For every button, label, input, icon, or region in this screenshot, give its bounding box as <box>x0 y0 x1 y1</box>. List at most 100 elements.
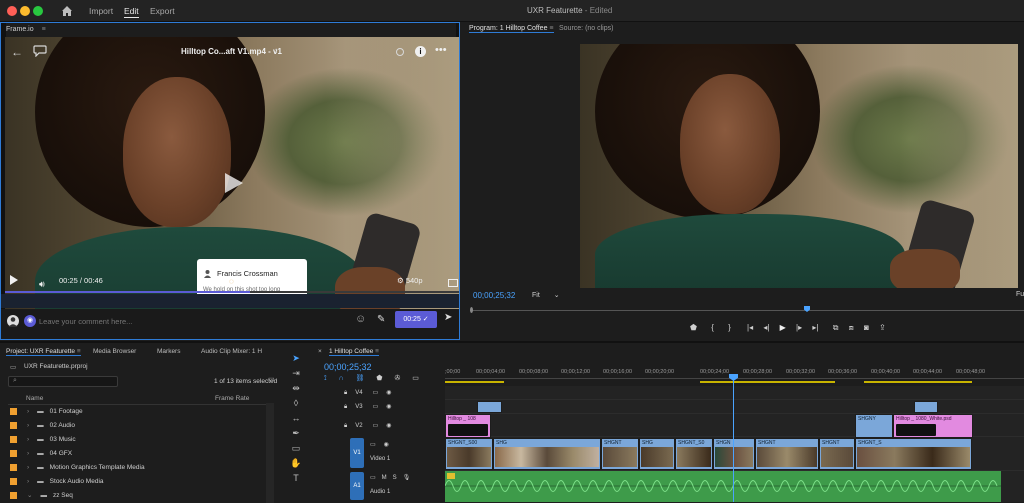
clip-v1[interactable]: SHGN <box>713 438 755 470</box>
go-to-out-icon[interactable]: ▸| <box>812 323 818 332</box>
track-header-v2[interactable]: 🔒︎ V2 ▭ ◉ <box>340 422 440 430</box>
track-header-v1[interactable]: ▭ ◉ <box>370 441 389 448</box>
new-bin-icon[interactable]: ▭ <box>268 375 276 387</box>
go-to-in-icon[interactable]: |◂ <box>747 323 753 332</box>
clip-v1[interactable]: SHGNT_S00 <box>445 438 493 470</box>
tab-sequence[interactable]: 1 Hilltop Coffee ≡ <box>329 348 379 356</box>
settings-wrench-icon[interactable]: ✇ <box>394 375 400 382</box>
clip-v1[interactable]: SHGNT <box>755 438 819 470</box>
close-sequence-icon[interactable]: × <box>318 348 322 355</box>
mark-in-icon[interactable]: { <box>711 323 714 332</box>
step-back-icon[interactable]: ◂| <box>763 323 769 332</box>
timeline-timecode[interactable]: 00;00;25;32 <box>324 362 372 372</box>
ripple-edit-tool-icon[interactable]: ⇹ <box>289 383 303 395</box>
close-window-button[interactable] <box>7 6 17 16</box>
clip-v2[interactable]: SHGNY <box>855 414 893 438</box>
tab-audio-clip-mixer[interactable]: Audio Clip Mixer: 1 H <box>201 348 262 355</box>
button-editor-icon[interactable]: ⇪ <box>879 323 886 332</box>
project-search-input[interactable]: ⌕ <box>8 376 118 387</box>
insert-icon[interactable]: ⧉ <box>833 323 839 332</box>
nest-icon[interactable]: ⟟ <box>324 375 327 382</box>
play-icon[interactable]: ▶ <box>780 323 786 332</box>
clip-v1[interactable]: SHGNT_S <box>855 438 972 470</box>
brush-icon[interactable]: ✎ <box>377 314 385 325</box>
clip-v2-graphic[interactable]: Hilltop _ 108 <box>445 414 491 438</box>
clip-v1[interactable]: SHG <box>639 438 675 470</box>
track-header-v3[interactable]: 🔒︎ V3 ▭ ◉ <box>340 403 440 411</box>
info-icon[interactable]: i <box>415 46 426 57</box>
track-select-tool-icon[interactable]: ⇥ <box>289 368 303 380</box>
list-item[interactable]: ⌄ ▬ zz Seq <box>10 489 260 502</box>
timestamp-toggle[interactable]: 00:25 ✓ <box>395 311 437 328</box>
tab-program[interactable]: Program: 1 Hilltop Coffee ≡ <box>469 25 554 33</box>
list-item[interactable]: › ▬ 01 Footage <box>10 405 260 418</box>
list-item[interactable]: › ▬ 02 Audio <box>10 419 260 432</box>
chevron-up-down-icon[interactable]: ↕ <box>274 46 278 55</box>
emoji-icon[interactable]: ☺ <box>355 313 366 325</box>
play-icon[interactable] <box>9 275 19 285</box>
home-icon[interactable] <box>60 4 74 18</box>
clip-v3[interactable] <box>914 401 938 413</box>
list-item[interactable]: › ▬ Motion Graphics Template Media <box>10 461 260 474</box>
tab-source[interactable]: Source: (no clips) <box>559 25 613 32</box>
resolution-select[interactable]: Fu <box>1016 291 1024 298</box>
work-area-bar[interactable] <box>445 381 504 383</box>
volume-icon[interactable]: 🔊︎ <box>39 279 45 290</box>
linked-selection-icon[interactable]: ⛓ <box>356 375 365 382</box>
back-arrow-icon[interactable]: ← <box>11 45 23 59</box>
clip-v2-graphic[interactable]: Hilltop _ 1080_White.psd <box>893 414 973 438</box>
minimize-window-button[interactable] <box>20 6 30 16</box>
video-file-title[interactable]: Hilltop Co...aft V1.mp4 - v1 <box>181 47 282 56</box>
column-name[interactable]: Name <box>26 395 43 402</box>
more-options-icon[interactable]: ••• <box>435 44 447 56</box>
list-item[interactable]: › ▬ Stock Audio Media <box>10 475 260 488</box>
quality-selector[interactable]: ⚙ 540p <box>397 276 423 285</box>
add-marker-icon[interactable]: ⬟ <box>376 375 382 382</box>
list-item[interactable]: › ▬ 04 GFX <box>10 447 260 460</box>
type-tool-icon[interactable]: T <box>289 473 303 485</box>
selection-tool-icon[interactable]: ➤ <box>289 353 303 365</box>
source-patch-a1[interactable]: A1 <box>350 472 364 500</box>
pen-tool-icon[interactable]: ✒ <box>289 428 303 440</box>
column-frame-rate[interactable]: Frame Rate <box>215 395 249 402</box>
clip-v1[interactable]: SHGNT_S0 <box>675 438 713 470</box>
menu-import[interactable]: Import <box>89 6 113 16</box>
hand-tool-icon[interactable]: ✋ <box>289 458 303 470</box>
overwrite-icon[interactable]: ⧈ <box>849 323 854 332</box>
menu-export[interactable]: Export <box>150 6 175 16</box>
razor-tool-icon[interactable]: ◊ <box>289 398 303 410</box>
mark-out-icon[interactable]: } <box>728 323 731 332</box>
add-marker-icon[interactable]: ⬟ <box>690 323 697 332</box>
source-patch-v1[interactable]: V1 <box>350 438 364 468</box>
export-frame-icon[interactable]: ◙ <box>864 323 869 332</box>
tab-markers[interactable]: Markers <box>157 348 180 355</box>
snap-icon[interactable]: ∩ <box>339 375 344 382</box>
track-header-v4[interactable]: 🔒︎ V4 ▭ ◉ <box>340 389 440 397</box>
clip-v1[interactable]: SHGNT <box>819 438 855 470</box>
tab-project[interactable]: Project: UXR Featurette ≡ <box>6 348 81 356</box>
program-timecode[interactable]: 00;00;25;32 <box>473 291 515 300</box>
step-forward-icon[interactable]: |▸ <box>796 323 802 332</box>
fullscreen-icon[interactable] <box>448 279 458 287</box>
clip-v1[interactable]: SHG <box>493 438 601 470</box>
rectangle-tool-icon[interactable]: ▭ <box>289 443 303 455</box>
playhead[interactable] <box>733 376 734 502</box>
zoom-select[interactable]: Fit ⌄ <box>532 291 560 299</box>
status-circle-icon[interactable] <box>396 48 404 56</box>
clip-v1[interactable]: SHGNT <box>601 438 639 470</box>
tab-media-browser[interactable]: Media Browser <box>93 348 136 355</box>
comment-bubble-icon[interactable] <box>33 45 47 58</box>
maximize-window-button[interactable] <box>33 6 43 16</box>
slip-tool-icon[interactable]: ↔ <box>289 413 303 425</box>
captions-icon[interactable]: ▭ <box>412 375 419 382</box>
project-scrollbar[interactable] <box>266 403 274 503</box>
comment-input[interactable] <box>39 313 344 329</box>
clip-v3[interactable] <box>477 401 502 413</box>
loop-icon[interactable]: ◌ <box>229 277 234 286</box>
play-overlay-icon[interactable] <box>221 171 245 195</box>
send-icon[interactable]: ➤ <box>444 312 452 323</box>
track-header-a1[interactable]: ▭ M S 🎙︎ <box>370 474 410 481</box>
program-scrubber[interactable] <box>470 305 1024 315</box>
menu-edit[interactable]: Edit <box>124 6 139 18</box>
clip-a1-audio[interactable] <box>445 471 1001 502</box>
